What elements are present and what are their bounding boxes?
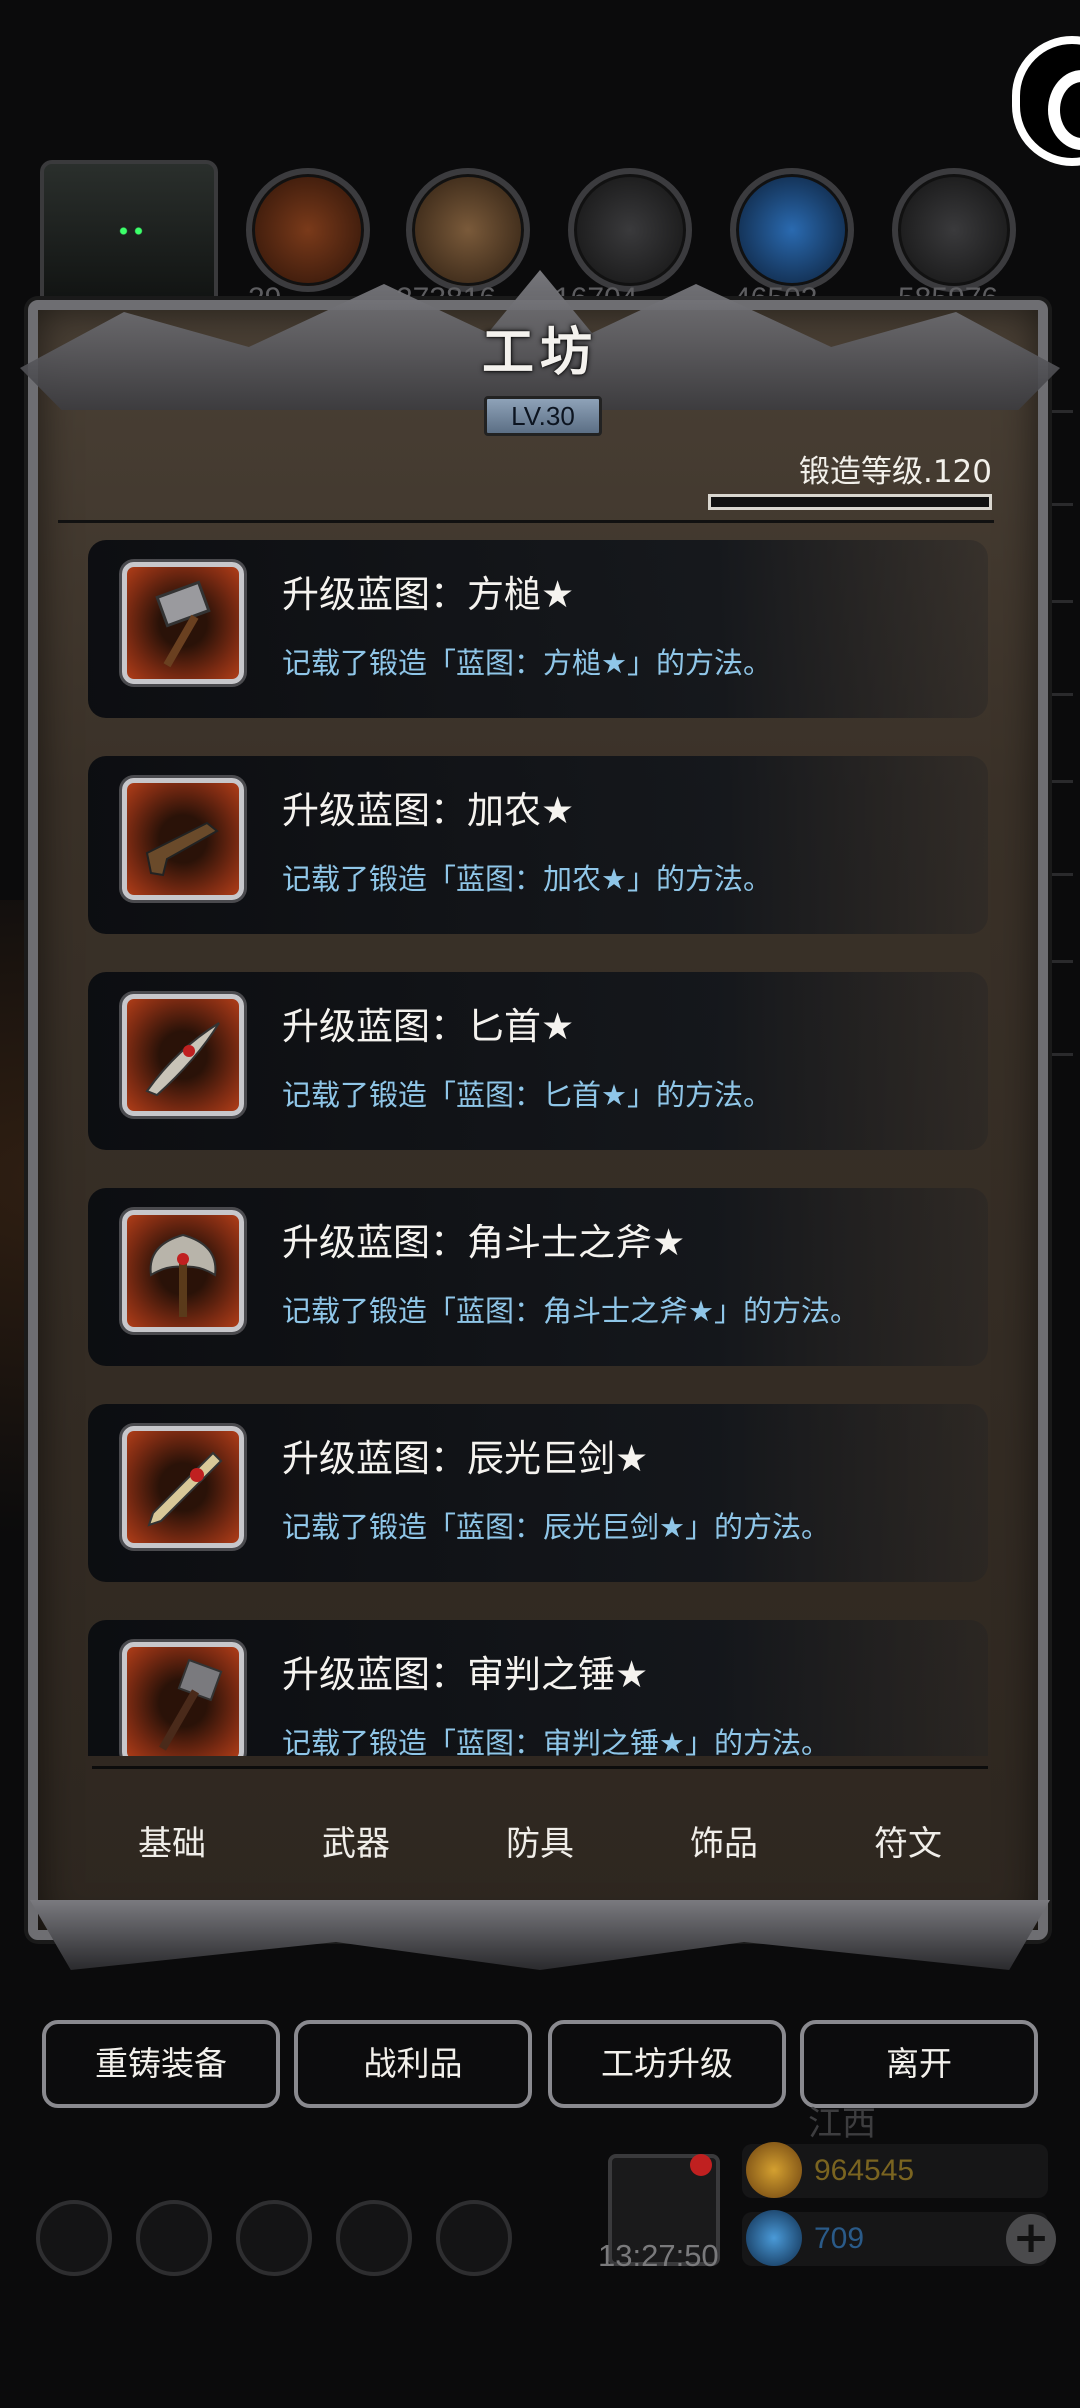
blueprint-name: 升级蓝图：角斗士之斧★ (282, 1221, 686, 1264)
workshop-level-badge: LV.30 (484, 396, 602, 436)
game-clock: 13:27:50 (598, 2238, 719, 2273)
gold-amount: 964545 (814, 2154, 915, 2187)
panel-title: 工坊 (481, 323, 598, 383)
reforge-equipment-button[interactable]: 重铸装备 (42, 2020, 280, 2108)
tabs-divider (92, 1766, 988, 1769)
hero-eyes (116, 226, 146, 236)
blueprint-item[interactable]: 升级蓝图：辰光巨剑★ 记载了锻造「蓝图：辰光巨剑★」的方法。 (88, 1404, 988, 1582)
dagger-icon (122, 994, 244, 1116)
blueprint-description: 记载了锻造「蓝图：辰光巨剑★」的方法。 (282, 1510, 830, 1544)
dice-icon[interactable] (436, 2200, 512, 2276)
forge-level-progress-bar (708, 494, 992, 510)
resource-steel-icon (892, 168, 1016, 292)
warhammer-icon (122, 1642, 244, 1756)
add-gems-button[interactable]: + (1006, 2214, 1056, 2264)
achievement-icon[interactable] (136, 2200, 212, 2276)
blueprint-name: 升级蓝图：匕首★ (282, 1005, 575, 1048)
blueprint-item[interactable]: 升级蓝图：方槌★ 记载了锻造「蓝图：方槌★」的方法。 (88, 540, 988, 718)
gem-amount: 709 (814, 2222, 865, 2255)
corner-menu-button[interactable] (1012, 36, 1080, 166)
blueprint-description: 记载了锻造「蓝图：角斗士之斧★」的方法。 (282, 1294, 859, 1328)
blueprint-item[interactable]: 升级蓝图：匕首★ 记载了锻造「蓝图：匕首★」的方法。 (88, 972, 988, 1150)
tab-runes[interactable]: 符文 (838, 1816, 978, 1865)
resource-wood-icon (406, 168, 530, 292)
header-divider (58, 520, 994, 523)
tab-accessories[interactable]: 饰品 (654, 1816, 794, 1865)
axe-icon (122, 1210, 244, 1332)
resource-crystal-icon (730, 168, 854, 292)
blueprint-description: 记载了锻造「蓝图：匕首★」的方法。 (282, 1078, 772, 1112)
forge-level-label: 锻造等级.120 (798, 454, 992, 490)
leave-button[interactable]: 离开 (800, 2020, 1038, 2108)
tab-basic[interactable]: 基础 (102, 1816, 242, 1865)
mail-icon[interactable] (336, 2200, 412, 2276)
blueprint-item[interactable]: 升级蓝图：角斗士之斧★ 记载了锻造「蓝图：角斗士之斧★」的方法。 (88, 1188, 988, 1366)
blueprint-name: 升级蓝图：审判之锤★ (282, 1653, 649, 1696)
blueprint-description: 记载了锻造「蓝图：方槌★」的方法。 (282, 646, 772, 680)
resource-iron-icon (568, 168, 692, 292)
resource-ore-icon (246, 168, 370, 292)
blueprint-description: 记载了锻造「蓝图：加农★」的方法。 (282, 862, 772, 896)
loot-button[interactable]: 战利品 (294, 2020, 532, 2108)
hammer-icon (122, 562, 244, 684)
greatsword-icon (122, 1426, 244, 1548)
blueprint-description: 记载了锻造「蓝图：审判之锤★」的方法。 (282, 1726, 830, 1756)
region-name: 江西 (808, 2104, 876, 2144)
workshop-upgrade-button[interactable]: 工坊升级 (548, 2020, 786, 2108)
blueprint-list[interactable]: 升级蓝图：方槌★ 记载了锻造「蓝图：方槌★」的方法。 升级蓝图：加农★ 记载了锻… (88, 540, 988, 1756)
tab-weapons[interactable]: 武器 (286, 1816, 426, 1865)
blueprint-item[interactable]: 升级蓝图：加农★ 记载了锻造「蓝图：加农★」的方法。 (88, 756, 988, 934)
blueprint-name: 升级蓝图：加农★ (282, 789, 575, 832)
gem-icon (746, 2210, 802, 2266)
panel-bottom-ornament (30, 1900, 1050, 1970)
gold-coin-icon (746, 2142, 802, 2198)
tab-armor[interactable]: 防具 (470, 1816, 610, 1865)
guild-icon[interactable] (236, 2200, 312, 2276)
blueprint-name: 升级蓝图：方槌★ (282, 573, 575, 616)
pistol-icon (122, 778, 244, 900)
blueprint-name: 升级蓝图：辰光巨剑★ (282, 1437, 649, 1480)
notification-dot (690, 2154, 712, 2176)
blueprint-item[interactable]: 升级蓝图：审判之锤★ 记载了锻造「蓝图：审判之锤★」的方法。 (88, 1620, 988, 1756)
settings-icon[interactable] (36, 2200, 112, 2276)
